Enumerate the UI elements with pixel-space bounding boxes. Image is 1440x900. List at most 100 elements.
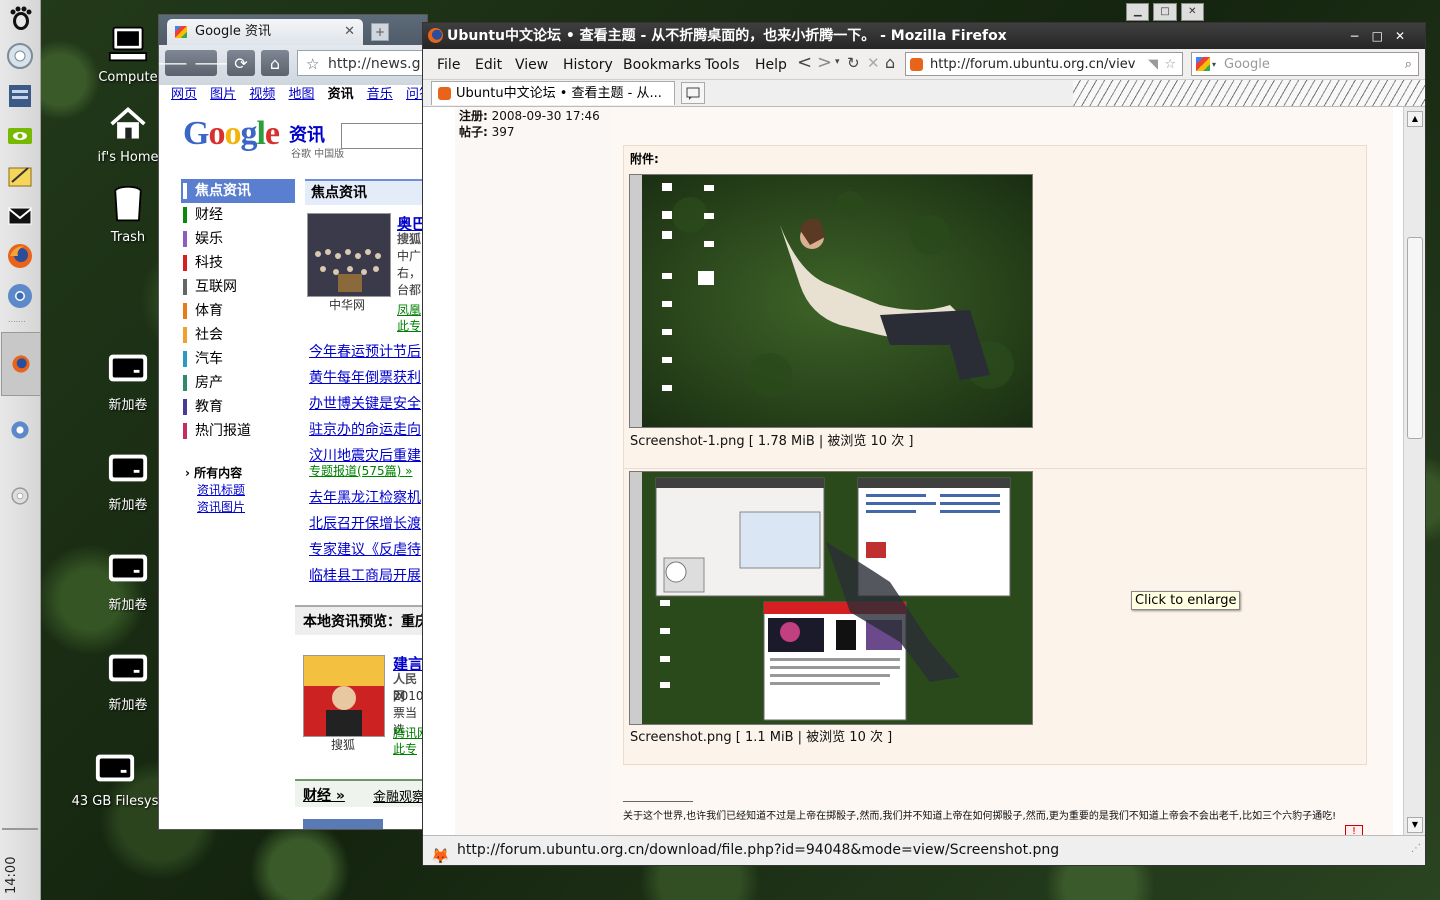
google-engine-icon[interactable] bbox=[1196, 57, 1210, 71]
close-icon[interactable]: ✕ bbox=[1180, 3, 1204, 21]
menu-help[interactable]: Help bbox=[755, 57, 787, 73]
category-entertainment[interactable]: 娱乐 bbox=[181, 227, 295, 251]
headline-link[interactable]: 北辰召开保增长渡 bbox=[309, 513, 421, 533]
category-hot-reports[interactable]: 热门报道 bbox=[181, 419, 295, 443]
home-button[interactable]: ⌂ bbox=[261, 50, 289, 76]
minimize-icon[interactable]: − bbox=[1350, 29, 1372, 43]
category-real-estate[interactable]: 房产 bbox=[181, 371, 295, 395]
bookmark-star-icon[interactable]: ☆ bbox=[1164, 53, 1176, 75]
all-content-link-headlines[interactable]: 资讯标题 bbox=[185, 482, 245, 499]
forward-arrow-icon[interactable]: > bbox=[817, 52, 832, 73]
news-thumbnail[interactable] bbox=[307, 213, 391, 297]
nav-link-images[interactable]: 图片 bbox=[210, 87, 236, 102]
reload-icon[interactable]: ↻ bbox=[847, 54, 860, 72]
desktop-icon-filesystem[interactable]: 43 GB Filesys bbox=[60, 746, 170, 809]
google-logo[interactable]: Google bbox=[183, 115, 280, 153]
headline-link[interactable]: 临桂县工商局开展 bbox=[309, 565, 421, 585]
signature-divider bbox=[623, 801, 693, 802]
scroll-up-icon[interactable]: ▲ bbox=[1407, 111, 1423, 127]
chromium-address-bar[interactable]: ☆ http://news.g bbox=[297, 50, 427, 77]
menu-history[interactable]: History bbox=[563, 57, 613, 73]
headline-link[interactable]: 今年春运预计节后 bbox=[309, 341, 421, 361]
engine-dropdown-icon[interactable]: ▾ bbox=[1212, 53, 1216, 77]
help-icon[interactable] bbox=[4, 40, 36, 72]
headline-link[interactable]: 黄牛每年倒票获利 bbox=[309, 367, 421, 387]
category-autos[interactable]: 汽车 bbox=[181, 347, 295, 371]
nav-link-music[interactable]: 音乐 bbox=[367, 87, 393, 102]
menu-view[interactable]: View bbox=[515, 57, 548, 73]
mail-icon[interactable] bbox=[4, 200, 36, 232]
top-green-link[interactable]: 凤凰 bbox=[397, 301, 421, 318]
star-icon[interactable]: ☆ bbox=[306, 51, 319, 77]
scrollbar-thumb[interactable] bbox=[1407, 237, 1423, 439]
category-finance[interactable]: 财经 bbox=[181, 203, 295, 227]
rss-icon[interactable]: ◥ bbox=[1148, 53, 1158, 75]
thumbnail-caption: 中华网 bbox=[329, 298, 366, 312]
headline-link[interactable]: 办世博关键是安全 bbox=[309, 393, 421, 413]
all-content-heading[interactable]: › 所有内容 bbox=[185, 465, 245, 482]
menu-file[interactable]: File bbox=[437, 57, 460, 73]
resize-grip-icon[interactable]: ⋰ bbox=[1411, 835, 1421, 863]
history-dropdown-icon[interactable]: ▾ bbox=[835, 57, 840, 67]
new-tab-icon[interactable]: + bbox=[371, 23, 389, 41]
back-forward-button[interactable]: 🡐 🡒 bbox=[159, 50, 236, 76]
category-society[interactable]: 社会 bbox=[181, 323, 295, 347]
category-sports[interactable]: 体育 bbox=[181, 299, 295, 323]
headline-link[interactable]: 专家建议《反虐待 bbox=[309, 539, 421, 559]
finance-thumbnail[interactable] bbox=[303, 819, 383, 829]
firefox-tab[interactable]: Ubuntu中文论坛 • 查看主题 - 从... bbox=[431, 81, 675, 105]
top-green-link[interactable]: 此专 bbox=[397, 317, 421, 334]
nav-link-video[interactable]: 视频 bbox=[249, 87, 275, 102]
headline-link[interactable]: 驻京办的命运走向 bbox=[309, 419, 421, 439]
attachments-box: 附件: Screenshot-1.png [1.78 MiB | 被浏览 10… bbox=[623, 145, 1367, 765]
nav-link-maps[interactable]: 地图 bbox=[288, 87, 314, 102]
local-news-thumbnail[interactable] bbox=[303, 655, 385, 737]
report-post-icon[interactable]: ! bbox=[1345, 825, 1363, 835]
finance-sub-link[interactable]: 金融观察 bbox=[373, 786, 425, 805]
maximize-icon[interactable]: □ bbox=[1372, 29, 1395, 43]
menu-edit[interactable]: Edit bbox=[475, 57, 502, 73]
clock[interactable]: 14:00 bbox=[4, 855, 36, 895]
chromium-icon[interactable] bbox=[4, 280, 36, 312]
attachment-thumbnail-2[interactable] bbox=[629, 471, 1033, 725]
close-icon[interactable]: ✕ bbox=[1395, 29, 1417, 43]
help-task-icon[interactable] bbox=[4, 480, 36, 512]
special-report-link[interactable]: 专题报道(575篇) » bbox=[309, 462, 412, 479]
firefox-task-button[interactable] bbox=[1, 332, 41, 396]
minimize-icon[interactable]: ▁ bbox=[1126, 3, 1150, 21]
chromium-tab[interactable]: Google 资讯 ✕ bbox=[167, 19, 363, 45]
home-icon[interactable]: ⌂ bbox=[885, 53, 895, 72]
category-internet[interactable]: 互联网 bbox=[181, 275, 295, 299]
text-editor-icon[interactable] bbox=[4, 160, 36, 192]
local-green-link[interactable]: 此专 bbox=[393, 740, 417, 757]
category-top-stories[interactable]: 焦点资讯 bbox=[181, 179, 295, 203]
scroll-down-icon[interactable]: ▼ bbox=[1407, 817, 1423, 833]
category-education[interactable]: 教育 bbox=[181, 395, 295, 419]
gnome-foot-icon[interactable] bbox=[4, 2, 36, 34]
firefox-search-input[interactable]: ▾ Google ⌕ bbox=[1191, 52, 1419, 76]
google-search-input[interactable] bbox=[341, 123, 427, 149]
reload-button[interactable]: ⟳ bbox=[227, 50, 255, 76]
stop-icon[interactable]: ✕ bbox=[867, 54, 880, 72]
close-tab-icon[interactable]: ✕ bbox=[344, 19, 355, 45]
back-arrow-icon[interactable]: < bbox=[797, 52, 812, 73]
search-icon[interactable]: ⌕ bbox=[1405, 53, 1412, 77]
attachment-thumbnail-1[interactable] bbox=[629, 174, 1033, 428]
nav-link-news[interactable]: 资讯 bbox=[328, 87, 354, 102]
nvidia-icon[interactable] bbox=[4, 120, 36, 152]
firefox-address-bar[interactable]: http://forum.ubuntu.org.cn/viev ◥ ☆ bbox=[905, 52, 1183, 76]
new-tab-button[interactable] bbox=[681, 82, 705, 104]
firefox-icon[interactable] bbox=[4, 240, 36, 272]
all-content-link-images[interactable]: 资讯图片 bbox=[185, 499, 245, 516]
finance-section-link[interactable]: 财经 » bbox=[303, 785, 345, 805]
chromium-task-icon[interactable] bbox=[4, 414, 36, 446]
nav-link-web[interactable]: 网页 bbox=[171, 87, 197, 102]
menu-bookmarks[interactable]: Bookmarks bbox=[623, 57, 701, 73]
headline-link[interactable]: 去年黑龙江检察机 bbox=[309, 487, 421, 507]
category-tech[interactable]: 科技 bbox=[181, 251, 295, 275]
vertical-scrollbar[interactable]: ▲ ▼ bbox=[1403, 107, 1425, 835]
drive-icon bbox=[106, 546, 150, 590]
maximize-icon[interactable]: □ bbox=[1153, 3, 1177, 21]
menu-tools[interactable]: Tools bbox=[705, 57, 740, 73]
file-manager-icon[interactable] bbox=[4, 80, 36, 112]
